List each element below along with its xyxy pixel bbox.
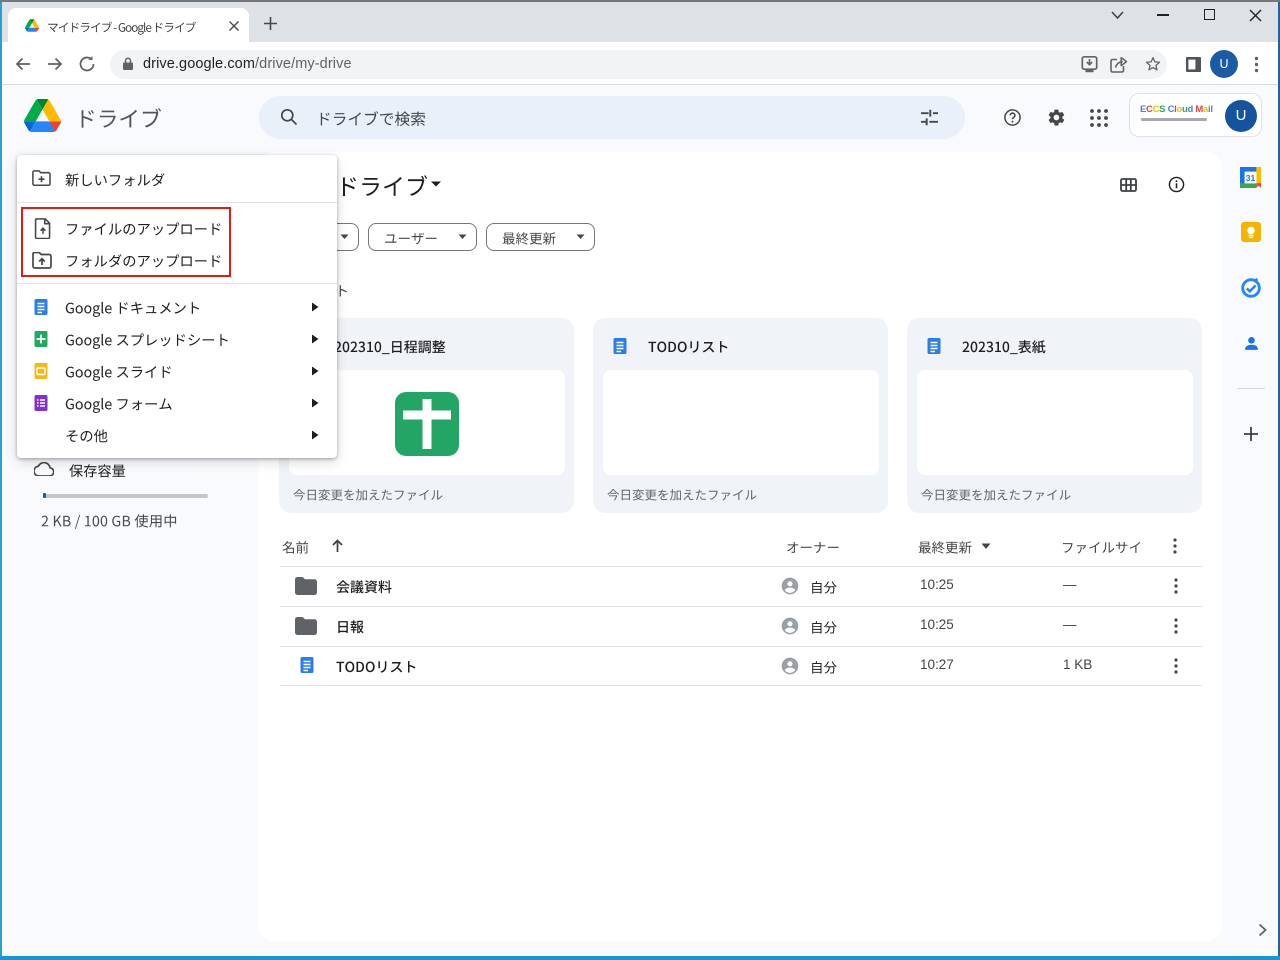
svg-text:31: 31	[1246, 173, 1256, 183]
